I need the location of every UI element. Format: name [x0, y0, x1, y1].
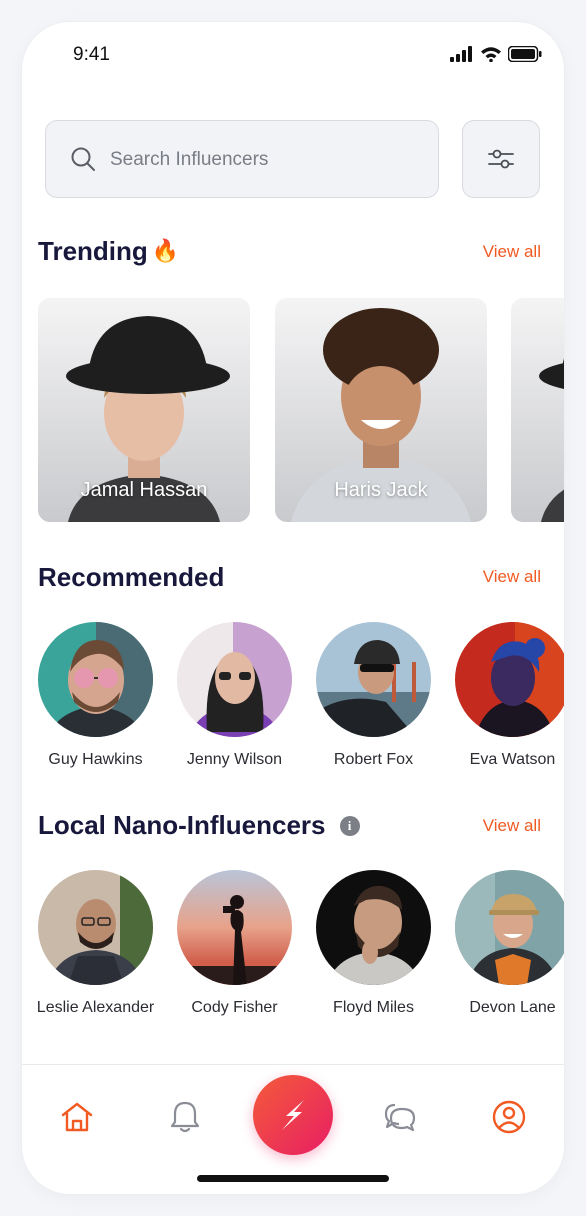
trending-card-name: Haris Jack	[334, 479, 428, 501]
trending-card[interactable]: Jamal Hassan	[38, 298, 250, 522]
profile-icon	[492, 1100, 526, 1134]
wifi-icon	[481, 47, 501, 62]
influencer-avatar-item[interactable]: Floyd Miles	[316, 870, 431, 1017]
trending-card[interactable]: Haris Jack	[275, 298, 487, 522]
avatar	[455, 622, 564, 737]
home-icon	[61, 1102, 93, 1132]
person-photo	[38, 870, 153, 985]
avatar-name: Jenny Wilson	[186, 751, 283, 768]
trending-title-text: Trending	[38, 236, 148, 266]
fire-icon: 🔥	[151, 238, 180, 263]
quick-action-button[interactable]	[253, 1075, 333, 1155]
avatar	[38, 622, 153, 737]
tab-home[interactable]	[55, 1095, 99, 1139]
influencer-avatar-item[interactable]: Leslie Alexander	[36, 870, 155, 1017]
influencer-avatar-item[interactable]: Jenny Wilson	[177, 622, 292, 769]
local-view-all-link[interactable]: View all	[483, 816, 541, 836]
influencer-avatar-item[interactable]: Eva Watson	[455, 622, 564, 769]
recommended-title: Recommended	[38, 562, 225, 592]
trending-card[interactable]	[511, 298, 564, 522]
tab-messages[interactable]	[378, 1095, 422, 1139]
avatar-name: Guy Hawkins	[48, 751, 143, 768]
avatar-name: Cody Fisher	[191, 999, 278, 1016]
person-photo	[316, 622, 431, 737]
sliders-icon	[488, 149, 514, 169]
tab-notifications[interactable]	[163, 1095, 207, 1139]
search-icon	[71, 147, 95, 171]
signal-icon	[450, 46, 472, 62]
avatar	[316, 870, 431, 985]
avatar-name: Leslie Alexander	[36, 999, 155, 1016]
person-photo	[38, 622, 153, 737]
avatar	[177, 870, 292, 985]
trending-card-name: Jamal Hassan	[80, 479, 208, 501]
avatar	[316, 622, 431, 737]
home-indicator	[197, 1175, 389, 1182]
chat-icon	[384, 1103, 416, 1132]
trending-title: Trending 🔥	[38, 236, 179, 267]
recommended-list: Guy Hawkins Jenny Wilson Robert Fox Eva …	[38, 622, 564, 769]
local-title: Local Nano-Influencers i	[38, 810, 360, 841]
influencer-avatar-item[interactable]: Robert Fox	[316, 622, 431, 769]
influencer-avatar-item[interactable]: Cody Fisher	[177, 870, 292, 1017]
avatar-name: Eva Watson	[469, 751, 556, 768]
influencer-photo	[539, 358, 564, 522]
person-photo	[177, 870, 292, 985]
filter-button[interactable]	[462, 120, 540, 198]
avatar-name: Robert Fox	[333, 751, 414, 768]
tab-profile[interactable]	[487, 1095, 531, 1139]
search-input[interactable]	[108, 141, 412, 179]
influencer-avatar-item[interactable]: Devon Lane	[455, 870, 564, 1017]
battery-icon	[508, 46, 542, 62]
info-icon[interactable]: i	[339, 816, 360, 836]
recommended-view-all-link[interactable]: View all	[483, 567, 541, 587]
phone-screen: 9:41 Trending🔥 View all Jamal Hassan	[22, 22, 564, 1194]
person-photo	[455, 622, 564, 737]
status-bar: 9:41	[22, 22, 564, 92]
avatar-name: Devon Lane	[469, 999, 556, 1016]
trending-view-all-link[interactable]: View all	[483, 242, 541, 262]
person-photo	[177, 622, 292, 737]
person-photo	[455, 870, 564, 985]
local-title-text: Local Nano-Influencers	[38, 810, 326, 840]
person-photo	[316, 870, 431, 985]
status-time: 9:41	[73, 44, 110, 65]
influencer-avatar-item[interactable]: Guy Hawkins	[38, 622, 153, 769]
avatar	[38, 870, 153, 985]
status-icons	[450, 46, 542, 62]
local-list: Leslie Alexander Cody Fisher Floyd Miles…	[36, 870, 564, 1017]
avatar	[177, 622, 292, 737]
avatar-name: Floyd Miles	[333, 999, 414, 1016]
lightning-icon	[282, 1100, 304, 1130]
bell-icon	[170, 1101, 200, 1133]
search-bar[interactable]	[45, 120, 439, 198]
avatar	[455, 870, 564, 985]
